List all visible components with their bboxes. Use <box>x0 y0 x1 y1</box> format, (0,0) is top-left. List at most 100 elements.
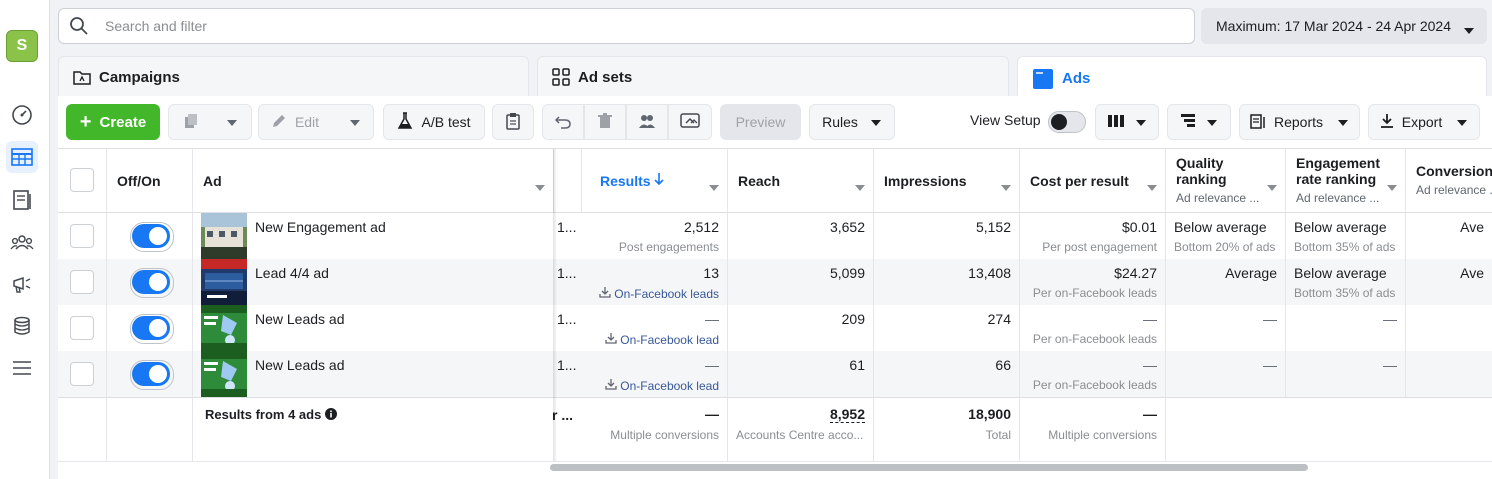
download-icon <box>605 333 617 347</box>
date-range-picker[interactable]: Maximum: 17 Mar 2024 - 24 Apr 2024 <box>1201 8 1487 44</box>
col-cost-per-result[interactable]: Cost per result <box>1020 149 1166 213</box>
catalog-icon[interactable] <box>6 184 38 216</box>
col-ad[interactable]: Ad <box>193 149 554 213</box>
cell-impressions: 13,408 <box>874 259 1020 305</box>
tab-campaigns[interactable]: Campaigns <box>58 56 529 98</box>
undo-button[interactable] <box>542 104 584 140</box>
folder-icon <box>73 69 91 85</box>
ad-name[interactable]: New Leads ad <box>255 357 345 373</box>
database-icon[interactable] <box>6 310 38 342</box>
ad-name[interactable]: New Leads ad <box>255 311 345 327</box>
edit-button[interactable]: Edit <box>258 104 374 140</box>
horizontal-scrollbar[interactable] <box>550 464 1308 471</box>
col-hidden <box>554 149 582 213</box>
view-setup-label: View Setup <box>970 112 1041 128</box>
caret-down-icon <box>1456 114 1468 130</box>
tab-ads[interactable]: Ads <box>1017 56 1487 100</box>
left-rail: S <box>0 0 50 479</box>
col-conversion-ranking[interactable]: Conversion rate rankingAd relevance ... <box>1406 149 1492 213</box>
share-preview-icon <box>680 112 700 132</box>
col-impressions[interactable]: Impressions <box>874 149 1020 213</box>
row-checkbox[interactable] <box>70 316 94 340</box>
rules-button[interactable]: Rules <box>809 104 895 140</box>
ad-toggle[interactable] <box>130 268 174 298</box>
cell-results: 13 On-Facebook leads <box>582 259 728 305</box>
caret-down-icon <box>1135 114 1147 130</box>
col-reach[interactable]: Reach <box>728 149 874 213</box>
sort-caret-icon <box>535 178 545 194</box>
plus-icon: + <box>79 111 92 133</box>
cell-conversion <box>1406 305 1492 351</box>
cell-impressions: 5,152 <box>874 213 1020 259</box>
reports-button[interactable]: Reports <box>1239 104 1360 140</box>
ad-thumbnail[interactable] <box>201 213 247 259</box>
cell-cost-per-result: — Per on-Facebook leads <box>1020 351 1166 397</box>
ad-thumbnail[interactable] <box>201 305 247 351</box>
col-off-on[interactable]: Off/On <box>107 149 193 213</box>
ad-toggle[interactable] <box>130 360 174 390</box>
export-button[interactable]: Export <box>1368 104 1480 140</box>
info-icon[interactable] <box>324 407 337 422</box>
ad-thumbnail[interactable] <box>201 351 247 397</box>
cell-reach: 5,099 <box>728 259 874 305</box>
cell-quality: — <box>1166 351 1286 397</box>
sort-caret-icon <box>1147 178 1157 194</box>
preview-button[interactable]: Preview <box>720 104 801 140</box>
columns-button[interactable] <box>1095 104 1159 140</box>
menu-icon[interactable] <box>6 352 38 384</box>
cell-reach: 3,652 <box>728 213 874 259</box>
cell-impressions: 274 <box>874 305 1020 351</box>
cell-conversion <box>1406 351 1492 397</box>
row-checkbox[interactable] <box>70 224 94 248</box>
tab-ad-sets[interactable]: Ad sets <box>537 56 1009 98</box>
cell-engagement: Below average Bottom 35% of ads <box>1286 213 1406 259</box>
create-button[interactable]: + Create <box>66 104 160 140</box>
audiences-icon[interactable] <box>6 226 38 258</box>
cell-results: — On-Facebook lead <box>582 305 728 351</box>
share-people-button[interactable] <box>626 104 668 140</box>
download-icon <box>599 287 611 301</box>
ad-name[interactable]: Lead 4/4 ad <box>255 265 329 281</box>
clipboard-icon <box>506 112 520 133</box>
search-bar[interactable] <box>58 8 1195 44</box>
caret-down-icon <box>870 114 882 130</box>
preview-link-button[interactable] <box>668 104 712 140</box>
select-all-checkbox[interactable] <box>70 168 94 192</box>
sort-down-arrow-icon <box>654 172 664 189</box>
cell-results: — On-Facebook lead <box>582 351 728 397</box>
gauge-icon[interactable] <box>6 99 38 131</box>
select-all-header <box>58 149 107 213</box>
columns-icon <box>1107 114 1125 131</box>
duplicate-button[interactable] <box>168 104 252 140</box>
search-input[interactable] <box>105 18 1105 34</box>
delete-button[interactable] <box>584 104 626 140</box>
sort-caret-icon <box>855 178 865 194</box>
col-engagement-ranking[interactable]: Engagement rate ranking Ad relevance ... <box>1286 149 1406 213</box>
breakdown-button[interactable] <box>1167 104 1231 140</box>
col-results[interactable]: Results <box>582 149 728 213</box>
cell-cost-per-result: $24.27 Per on-Facebook leads <box>1020 259 1166 305</box>
account-logo[interactable]: S <box>6 30 38 62</box>
megaphone-icon[interactable] <box>6 268 38 300</box>
flask-icon <box>397 111 413 133</box>
col-quality-ranking[interactable]: Quality ranking Ad relevance ... <box>1166 149 1286 213</box>
row-checkbox[interactable] <box>70 270 94 294</box>
reports-icon <box>1250 113 1266 132</box>
ad-toggle[interactable] <box>130 222 174 252</box>
ad-name[interactable]: New Engagement ad <box>255 219 386 235</box>
cell-quality: — <box>1166 305 1286 351</box>
total-cost-per-result: — Multiple conversions <box>1020 398 1166 462</box>
clipboard-button[interactable] <box>492 104 534 140</box>
row-checkbox[interactable] <box>70 362 94 386</box>
ad-thumbnail[interactable] <box>201 259 247 305</box>
ab-test-button[interactable]: A/B test <box>383 104 485 140</box>
cell-quality: Below average Bottom 20% of ads <box>1166 213 1286 259</box>
view-setup-toggle[interactable] <box>1048 111 1086 133</box>
cell-cost-per-result: $0.01 Per post engagement <box>1020 213 1166 259</box>
table-icon[interactable] <box>6 141 38 173</box>
cell-reach: 209 <box>728 305 874 351</box>
sort-caret-icon <box>1267 178 1277 194</box>
trash-icon <box>598 112 612 132</box>
total-results: — Multiple conversions <box>582 398 728 462</box>
ad-toggle[interactable] <box>130 314 174 344</box>
